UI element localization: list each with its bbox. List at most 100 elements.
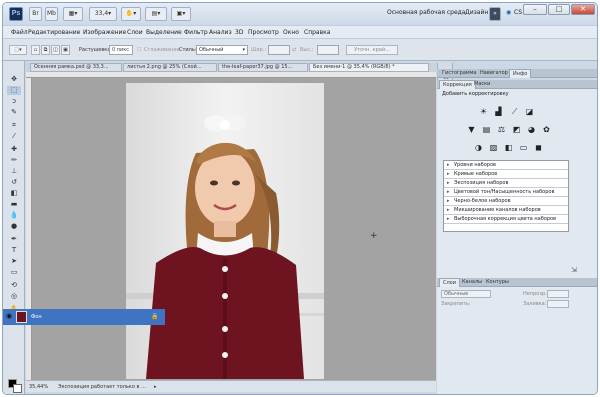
screen-mode-icon[interactable]: ▣▾ xyxy=(171,7,191,21)
more-workspaces-button[interactable]: » xyxy=(489,7,501,21)
preset-item[interactable]: ▸ Выборочная коррекция цвета наборов xyxy=(444,215,568,224)
posterize-icon[interactable]: ▨ xyxy=(489,143,498,152)
smooth-checkbox[interactable]: ☐ xyxy=(137,47,141,53)
swap-icon[interactable]: ⇄ xyxy=(292,47,296,53)
curves-icon[interactable]: ⟋ xyxy=(510,107,519,116)
move-tool-icon[interactable]: ✥ xyxy=(7,75,21,84)
add-selection-icon[interactable]: ⧉ xyxy=(41,45,50,55)
background-color-swatch[interactable] xyxy=(13,384,22,393)
menu-3d[interactable]: 3D xyxy=(235,29,243,36)
intersect-selection-icon[interactable]: ▣ xyxy=(61,45,70,55)
clone-stamp-tool-icon[interactable]: ⊥ xyxy=(7,167,21,176)
tab-paths[interactable]: Контуры xyxy=(483,278,512,287)
lasso-tool-icon[interactable]: ↄ xyxy=(7,97,21,106)
gradient-map-icon[interactable]: ▭ xyxy=(519,143,528,152)
close-button[interactable]: ✕ xyxy=(571,4,595,15)
channel-mixer-icon[interactable]: ✿ xyxy=(542,125,551,134)
doc-tab-active[interactable]: Без имени-1 @ 35,4% (RGB/8) * xyxy=(309,63,429,72)
crop-tool-icon[interactable]: ⌗ xyxy=(7,121,21,130)
adjustments-footer-icon[interactable]: ⇲ xyxy=(571,266,577,274)
maximize-button[interactable]: □ xyxy=(548,4,570,15)
preset-item[interactable]: ▸ Цветовой тон/Насыщенность наборов xyxy=(444,188,568,197)
preset-item[interactable]: ▸ Кривые наборов xyxy=(444,170,568,179)
subtract-selection-icon[interactable]: ◫ xyxy=(51,45,60,55)
tab-info[interactable]: Инфо xyxy=(509,69,532,78)
height-input[interactable] xyxy=(317,45,339,55)
preset-item[interactable]: ▸ Черно-белое наборов xyxy=(444,197,568,206)
minibridge-icon[interactable]: Mb xyxy=(45,7,58,21)
3d-camera-tool-icon[interactable]: ◎ xyxy=(7,292,21,301)
status-zoom[interactable]: 35,44% xyxy=(29,384,48,390)
width-input[interactable] xyxy=(268,45,290,55)
preset-item[interactable]: ▸ Экспозиция наборов xyxy=(444,179,568,188)
brush-tool-icon[interactable]: ✏ xyxy=(7,156,21,165)
black-white-icon[interactable]: ◩ xyxy=(512,125,521,134)
design-workspace-button[interactable]: Дизайн xyxy=(465,9,488,16)
doc-tab[interactable]: листья 2.png @ 25% (Слой... xyxy=(123,63,217,72)
threshold-icon[interactable]: ◧ xyxy=(504,143,513,152)
view-extras-dropdown[interactable]: ▦▾ xyxy=(63,7,83,21)
tab-histogram[interactable]: Гистограмма xyxy=(439,69,480,78)
menu-layers[interactable]: Слои xyxy=(127,29,143,36)
document-image[interactable] xyxy=(126,83,324,379)
exposure-icon[interactable]: ◪ xyxy=(525,107,534,116)
shape-tool-icon[interactable]: ▭ xyxy=(7,268,21,277)
brightness-contrast-icon[interactable]: ☀ xyxy=(479,107,488,116)
selective-color-icon[interactable]: ◼ xyxy=(534,143,543,152)
levels-icon[interactable]: ▟ xyxy=(494,107,503,116)
tab-channels[interactable]: Каналы xyxy=(459,278,485,287)
invert-icon[interactable]: ◑ xyxy=(474,143,483,152)
tab-masks[interactable]: Маски xyxy=(471,80,493,89)
style-select[interactable]: Обычный ▾ xyxy=(196,45,248,55)
gradient-tool-icon[interactable]: ▬ xyxy=(7,200,21,209)
pen-tool-icon[interactable]: ✒ xyxy=(7,235,21,244)
eye-visibility-icon[interactable]: ◉ xyxy=(6,312,12,320)
status-arrow-icon[interactable]: ▸ xyxy=(154,384,157,390)
opacity-input[interactable] xyxy=(547,290,569,298)
layer-row-background[interactable]: ◉ Фон 🔒 xyxy=(3,309,165,325)
menu-image[interactable]: Изображение xyxy=(83,29,126,36)
blend-mode-select[interactable]: Обычные xyxy=(441,290,491,298)
history-brush-tool-icon[interactable]: ↺ xyxy=(7,178,21,187)
menu-analysis[interactable]: Анализ xyxy=(209,29,232,36)
quick-selection-tool-icon[interactable]: ✎ xyxy=(7,108,21,117)
arrange-documents-icon[interactable]: ▤▾ xyxy=(145,7,167,21)
fill-input[interactable] xyxy=(547,300,569,308)
preset-item[interactable]: ▸ Уровни наборов xyxy=(444,161,568,170)
doc-tab[interactable]: the-leaf-paper37.jpg @ 15... xyxy=(218,63,308,72)
type-tool-icon[interactable]: T xyxy=(7,246,21,255)
hand-tool-icon[interactable]: ✋▾ xyxy=(121,7,141,21)
menu-file[interactable]: Файл xyxy=(11,29,28,36)
doc-tab[interactable]: Осенняя рамка.psd @ 33,3... xyxy=(30,63,122,72)
menu-help[interactable]: Справка xyxy=(304,29,330,36)
menu-window[interactable]: Окно xyxy=(283,29,299,36)
tab-navigator[interactable]: Навигатор xyxy=(477,69,511,78)
cslive-icon[interactable]: ◉ xyxy=(506,9,511,16)
hue-saturation-icon[interactable]: ▤ xyxy=(482,125,491,134)
menu-select[interactable]: Выделение xyxy=(146,29,182,36)
vibrance-icon[interactable]: ▼ xyxy=(467,125,476,134)
marquee-preset-icon[interactable]: ⬚▾ xyxy=(9,45,27,55)
menu-edit[interactable]: Редактирование xyxy=(28,29,80,36)
preset-item[interactable]: ▸ Микширование каналов наборов xyxy=(444,206,568,215)
dodge-tool-icon[interactable]: ● xyxy=(7,222,21,231)
bridge-icon[interactable]: Br xyxy=(29,7,42,21)
path-selection-tool-icon[interactable]: ➤ xyxy=(7,257,21,266)
marquee-tool-icon[interactable]: ⬚ xyxy=(7,86,21,95)
feather-input[interactable]: 0 пикс xyxy=(109,45,133,55)
minimize-button[interactable]: – xyxy=(523,4,547,15)
menu-filter[interactable]: Фильтр xyxy=(184,29,208,36)
eyedropper-tool-icon[interactable]: ⁄ xyxy=(7,132,21,141)
color-balance-icon[interactable]: ⚖ xyxy=(497,125,506,134)
photo-filter-icon[interactable]: ◕ xyxy=(527,125,536,134)
eraser-tool-icon[interactable]: ◧ xyxy=(7,189,21,198)
workspace-button[interactable]: Основная рабочая среда xyxy=(387,9,466,16)
3d-rotate-tool-icon[interactable]: ⟲ xyxy=(7,281,21,290)
healing-brush-tool-icon[interactable]: ✚ xyxy=(7,145,21,154)
new-selection-icon[interactable]: ▫ xyxy=(31,45,40,55)
menu-view[interactable]: Просмотр xyxy=(248,29,279,36)
blur-tool-icon[interactable]: 💧 xyxy=(7,211,21,220)
zoom-level-dropdown[interactable]: 33,4▾ xyxy=(89,7,117,21)
refine-edge-button[interactable]: Уточн. край... xyxy=(346,45,398,55)
tab-layers[interactable]: Слои xyxy=(439,278,460,287)
